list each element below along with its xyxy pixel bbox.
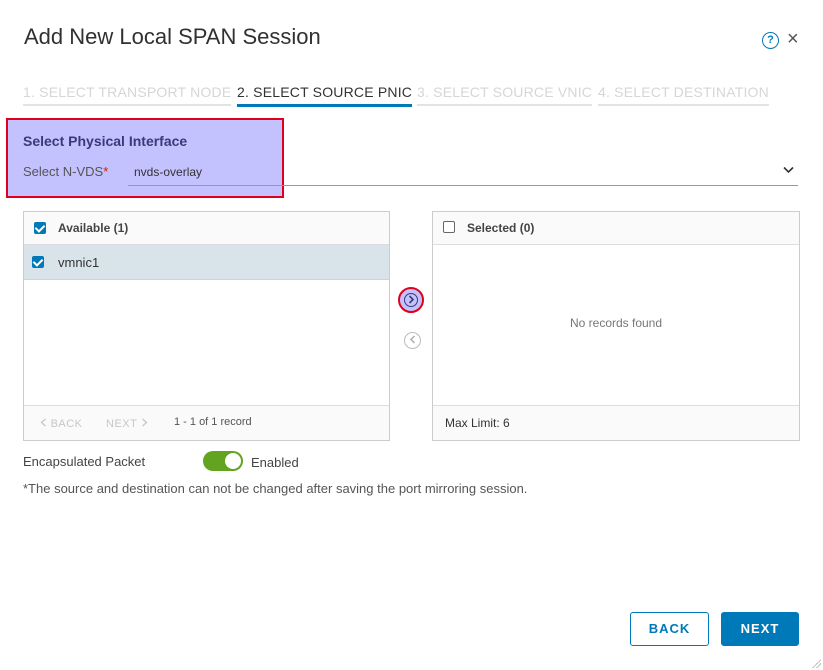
select-all-available-checkbox[interactable] xyxy=(34,222,46,234)
select-all-selected-checkbox[interactable] xyxy=(443,221,455,233)
chevron-right-circle-icon xyxy=(404,293,418,307)
max-limit-text: Max Limit: 6 xyxy=(445,416,510,430)
step-select-source-vnic[interactable]: 3. SELECT SOURCE VNIC xyxy=(417,84,593,106)
pager-next-button: NEXT xyxy=(106,418,148,430)
encapsulated-packet-label: Encapsulated Packet xyxy=(23,454,146,469)
next-button[interactable]: NEXT xyxy=(721,612,799,646)
back-button[interactable]: BACK xyxy=(630,612,709,646)
available-header-label: Available (1) xyxy=(58,221,129,235)
available-panel: Available (1) vmnic1 BACK NEXT 1 - 1 of … xyxy=(23,211,390,441)
nvds-select[interactable]: nvds-overlay xyxy=(128,157,798,186)
dialog-title: Add New Local SPAN Session xyxy=(24,24,321,49)
pager-next-label: NEXT xyxy=(106,418,138,430)
selected-footer: Max Limit: 6 xyxy=(433,405,799,440)
step-select-source-pnic[interactable]: 2. SELECT SOURCE PNIC xyxy=(237,84,413,107)
pager-info: 1 - 1 of 1 record xyxy=(174,416,252,428)
selected-header: Selected (0) xyxy=(433,212,799,245)
footnote: *The source and destination can not be c… xyxy=(23,481,528,496)
move-left-button[interactable] xyxy=(404,332,421,349)
section-title-physical-interface: Select Physical Interface xyxy=(23,133,188,149)
step-select-destination[interactable]: 4. SELECT DESTINATION xyxy=(598,84,769,106)
pager-back-button: BACK xyxy=(40,418,83,430)
selected-panel: Selected (0) No records found Max Limit:… xyxy=(432,211,800,441)
chevron-down-icon xyxy=(783,163,794,177)
pager-back-label: BACK xyxy=(50,418,83,430)
available-header: Available (1) xyxy=(24,212,389,245)
list-item[interactable]: vmnic1 xyxy=(24,245,389,280)
selected-header-label: Selected (0) xyxy=(467,221,535,235)
chevron-left-circle-icon xyxy=(409,335,415,344)
nvds-label-text: Select N-VDS xyxy=(23,164,104,179)
chevron-right-icon xyxy=(141,418,148,427)
required-mark: * xyxy=(103,164,109,179)
encapsulated-packet-toggle[interactable] xyxy=(203,451,243,471)
encapsulated-packet-state: Enabled xyxy=(251,455,299,470)
move-right-button[interactable] xyxy=(398,287,424,313)
close-icon[interactable]: × xyxy=(787,29,799,49)
chevron-left-icon xyxy=(40,418,46,427)
available-footer: BACK NEXT 1 - 1 of 1 record xyxy=(24,405,389,440)
nvds-label: Select N-VDS* xyxy=(23,164,108,179)
step-select-transport-node[interactable]: 1. SELECT TRANSPORT NODE xyxy=(23,84,232,106)
nvds-select-value: nvds-overlay xyxy=(134,165,203,179)
resize-grip-icon[interactable] xyxy=(811,658,821,668)
vmnic1-checkbox[interactable] xyxy=(32,256,44,268)
list-item-label: vmnic1 xyxy=(58,255,100,270)
empty-state-text: No records found xyxy=(569,316,663,330)
toggle-knob xyxy=(225,453,241,469)
help-icon[interactable]: ? xyxy=(762,32,779,49)
